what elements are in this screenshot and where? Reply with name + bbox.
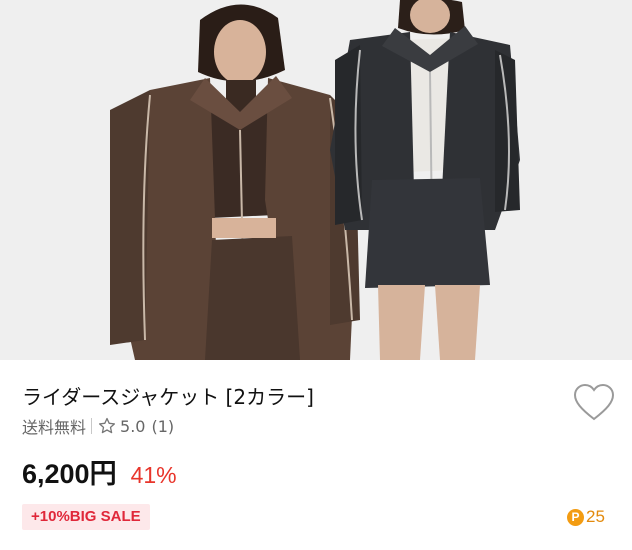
review-count[interactable]: (1) xyxy=(151,417,174,436)
product-meta: 送料無料 5.0 (1) xyxy=(22,414,174,438)
product-title[interactable]: ライダースジャケット [2カラー] xyxy=(22,383,314,411)
price-row: 6,200円 41% xyxy=(22,452,177,489)
favorite-heart-icon[interactable] xyxy=(573,383,615,423)
point-coin-icon: P xyxy=(567,508,584,526)
price: 6,200円 xyxy=(22,459,117,489)
points-value: 25 xyxy=(586,507,605,526)
product-photo-illustration xyxy=(0,0,632,360)
product-card[interactable]: ライダースジャケット [2カラー] 送料無料 5.0 (1) 6,200円 41… xyxy=(0,0,632,550)
discount-rate: 41% xyxy=(130,462,177,488)
points-info: P 25 xyxy=(567,506,605,528)
rating-value: 5.0 xyxy=(120,416,146,436)
star-outline-icon xyxy=(98,417,116,435)
meta-divider xyxy=(91,418,93,434)
product-image[interactable] xyxy=(0,0,632,360)
free-shipping-label: 送料無料 xyxy=(22,418,87,437)
sale-badge: +10%BIG SALE xyxy=(22,504,150,530)
